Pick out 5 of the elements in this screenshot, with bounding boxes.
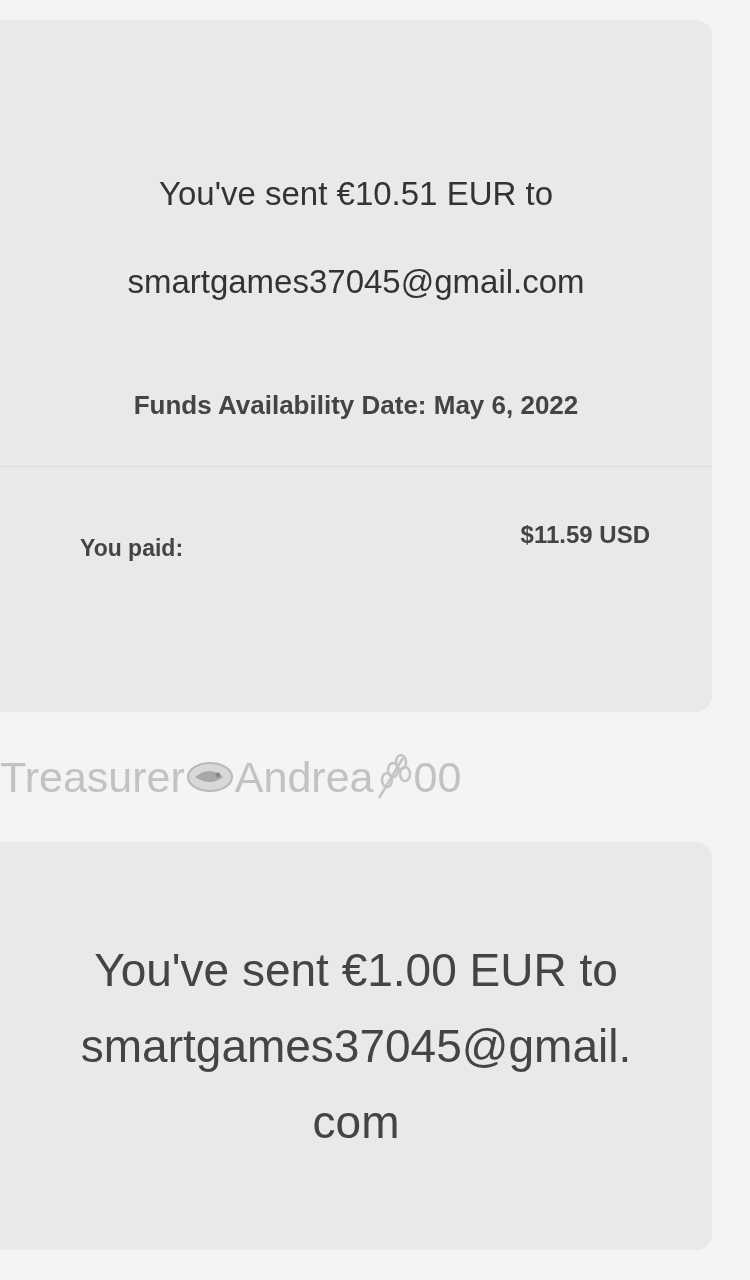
paid-label: You paid: <box>80 534 184 563</box>
sent-text: You've sent €1.00 EUR to smartgames37045@gmail.com <box>79 943 633 1150</box>
funds-date-text: Funds Availability Date: May 6, 2022 <box>132 389 580 422</box>
sent-text: You've sent €10.51 EUR to smartgames37045@gmail.com <box>126 174 586 302</box>
paid-amount: $11.59 USD <box>520 520 650 550</box>
